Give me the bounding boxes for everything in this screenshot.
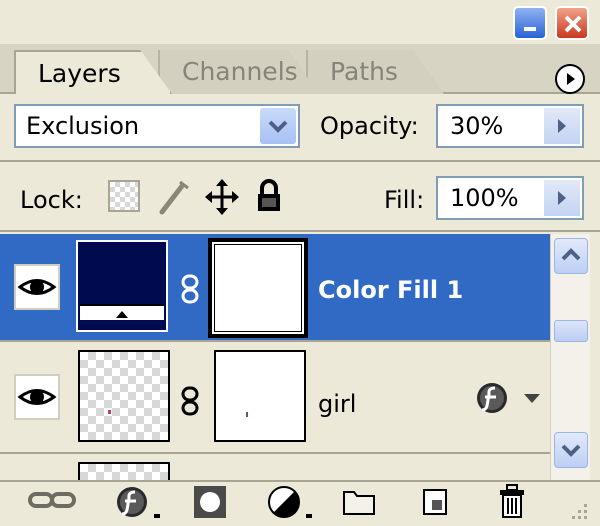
resize-grip-icon[interactable]: [568, 500, 592, 522]
play-right-icon: [567, 73, 575, 85]
opacity-value: 30%: [450, 112, 504, 140]
layer-thumbnail[interactable]: [78, 350, 170, 442]
layer-mask-thumbnail[interactable]: [208, 238, 308, 338]
chevron-down-icon: [561, 444, 581, 457]
fill-slider-arrow-icon[interactable]: [544, 180, 580, 216]
close-icon: [564, 15, 582, 33]
blend-mode-select[interactable]: Exclusion: [14, 104, 300, 148]
scroll-thumb[interactable]: [554, 320, 588, 342]
chevron-down-icon[interactable]: [260, 108, 296, 144]
opacity-field[interactable]: 30%: [436, 104, 584, 148]
expand-effects-icon[interactable]: [520, 390, 544, 406]
layer-thumbnail[interactable]: [76, 240, 168, 332]
layer-list-scrollbar[interactable]: [550, 234, 590, 480]
layer-style-icon[interactable]: [114, 484, 166, 522]
lock-label: Lock:: [20, 186, 83, 214]
visibility-toggle[interactable]: [14, 374, 60, 420]
fill-label: Fill:: [384, 186, 425, 214]
scroll-down-button[interactable]: [554, 432, 588, 468]
new-group-icon[interactable]: [342, 486, 376, 516]
lock-position-icon[interactable]: [204, 178, 240, 216]
lock-image-pixels-icon[interactable]: [156, 178, 192, 216]
opacity-slider-arrow-icon[interactable]: [544, 108, 580, 144]
layer-mask-thumbnail[interactable]: [214, 350, 306, 442]
layer-name[interactable]: Color Fill 1: [318, 276, 463, 304]
chain-link-icon[interactable]: [181, 386, 199, 416]
fill-value: 100%: [450, 184, 519, 212]
eye-icon: [17, 389, 57, 405]
link-layers-icon[interactable]: [26, 486, 80, 516]
minimize-button[interactable]: [513, 6, 547, 40]
lock-all-icon[interactable]: [254, 178, 284, 214]
chain-link-icon[interactable]: [181, 274, 199, 304]
layer-row[interactable]: [0, 454, 550, 480]
scroll-up-button[interactable]: [554, 238, 588, 274]
chevron-up-icon: [561, 248, 581, 261]
fill-field[interactable]: 100%: [436, 176, 584, 220]
layer-effects-icon[interactable]: [474, 380, 510, 416]
delete-layer-icon[interactable]: [496, 482, 528, 520]
close-button[interactable]: [555, 6, 589, 40]
layer-mask-icon[interactable]: [192, 484, 228, 520]
opacity-label: Opacity:: [320, 112, 419, 140]
panel-menu-button[interactable]: [555, 64, 585, 94]
layer-list: Color Fill 1 girl: [0, 234, 550, 480]
divider: [0, 230, 600, 232]
lock-transparent-pixels-icon[interactable]: [108, 180, 140, 212]
eye-icon: [17, 279, 57, 295]
tab-paths-label: Paths: [330, 57, 398, 86]
new-layer-icon[interactable]: [420, 486, 450, 518]
divider: [0, 160, 600, 162]
layer-row[interactable]: Color Fill 1: [0, 234, 550, 342]
tab-layers-label: Layers: [38, 59, 121, 88]
layer-thumbnail[interactable]: [78, 462, 170, 480]
adjustment-layer-icon[interactable]: [266, 484, 318, 522]
minimize-icon: [524, 27, 536, 31]
tab-channels-label: Channels: [182, 57, 298, 86]
visibility-toggle[interactable]: [14, 264, 60, 310]
layer-name[interactable]: girl: [318, 390, 356, 418]
blend-mode-value: Exclusion: [26, 112, 140, 140]
layer-row[interactable]: girl: [0, 342, 550, 454]
